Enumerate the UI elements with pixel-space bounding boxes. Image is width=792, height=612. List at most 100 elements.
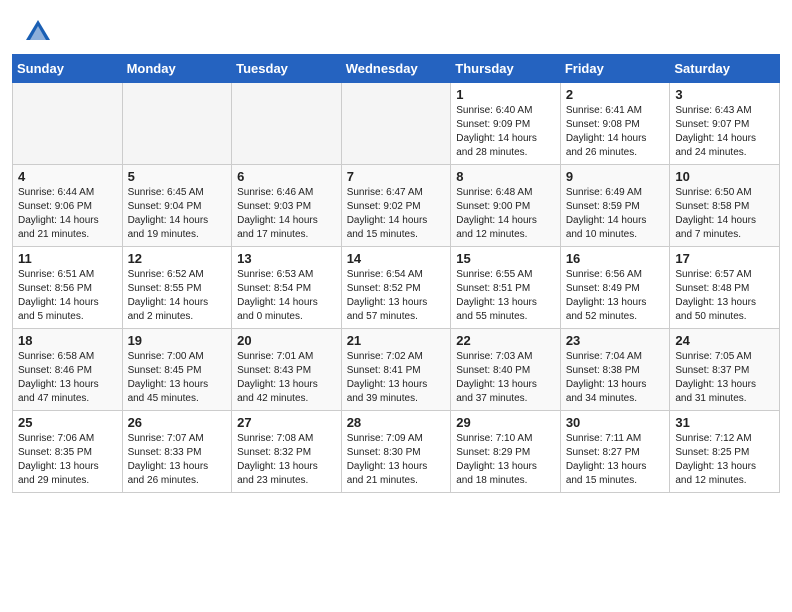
calendar-cell-10: 10 Sunrise: 6:50 AM Sunset: 8:58 PM Dayli… <box>670 165 780 247</box>
day-number: 26 <box>128 415 227 430</box>
day-number: 16 <box>566 251 665 266</box>
calendar-cell-31: 31Sunrise: 7:12 AM Sunset: 8:25 PM Dayli… <box>670 411 780 493</box>
day-info: Sunrise: 7:08 AM Sunset: 8:32 PM Dayligh… <box>237 432 336 488</box>
header <box>0 0 792 54</box>
day-number: 19 <box>128 333 227 348</box>
day-number: 13 <box>237 251 336 266</box>
calendar-wrapper: SundayMondayTuesdayWednesdayThursdayFrid… <box>0 54 792 505</box>
calendar-cell-5: 5 Sunrise: 6:45 AM Sunset: 9:04 PM Daylig… <box>122 165 232 247</box>
weekday-header-row: SundayMondayTuesdayWednesdayThursdayFrid… <box>13 55 780 83</box>
weekday-header-sunday: Sunday <box>13 55 123 83</box>
calendar-cell-17: 17 Sunrise: 6:57 AM Sunset: 8:48 PM Dayli… <box>670 247 780 329</box>
day-number: 24 <box>675 333 774 348</box>
day-number: 5 <box>128 169 227 184</box>
day-number: 6 <box>237 169 336 184</box>
day-number: 9 <box>566 169 665 184</box>
calendar-cell-16: 16 Sunrise: 6:56 AM Sunset: 8:49 PM Dayli… <box>560 247 670 329</box>
calendar-table: SundayMondayTuesdayWednesdayThursdayFrid… <box>12 54 780 493</box>
calendar-cell-8: 8 Sunrise: 6:48 AM Sunset: 9:00 PM Daylig… <box>451 165 561 247</box>
day-info: Sunrise: 7:02 AM Sunset: 8:41 PM Dayligh… <box>347 350 446 406</box>
calendar-week-4: 25 Sunrise: 7:06 AM Sunset: 8:35 PM Dayli… <box>13 411 780 493</box>
day-info: Sunrise: 6:54 AM Sunset: 8:52 PM Dayligh… <box>347 268 446 324</box>
day-number: 22 <box>456 333 555 348</box>
logo <box>24 18 56 46</box>
calendar-cell-6: 6Sunrise: 6:46 AM Sunset: 9:03 PM Daylig… <box>232 165 342 247</box>
day-info: Sunrise: 7:06 AM Sunset: 8:35 PM Dayligh… <box>18 432 117 488</box>
calendar-cell-28: 28Sunrise: 7:09 AM Sunset: 8:30 PM Dayli… <box>341 411 451 493</box>
day-info: Sunrise: 6:51 AM Sunset: 8:56 PM Dayligh… <box>18 268 117 324</box>
calendar-cell-20: 20 Sunrise: 7:01 AM Sunset: 8:43 PM Dayli… <box>232 329 342 411</box>
day-info: Sunrise: 6:55 AM Sunset: 8:51 PM Dayligh… <box>456 268 555 324</box>
calendar-cell-26: 26 Sunrise: 7:07 AM Sunset: 8:33 PM Dayli… <box>122 411 232 493</box>
day-info: Sunrise: 7:00 AM Sunset: 8:45 PM Dayligh… <box>128 350 227 406</box>
day-info: Sunrise: 7:05 AM Sunset: 8:37 PM Dayligh… <box>675 350 774 406</box>
day-info: Sunrise: 7:03 AM Sunset: 8:40 PM Dayligh… <box>456 350 555 406</box>
day-info: Sunrise: 7:04 AM Sunset: 8:38 PM Dayligh… <box>566 350 665 406</box>
weekday-header-thursday: Thursday <box>451 55 561 83</box>
calendar-cell-empty <box>232 83 342 165</box>
weekday-header-saturday: Saturday <box>670 55 780 83</box>
day-number: 20 <box>237 333 336 348</box>
calendar-cell-empty <box>341 83 451 165</box>
day-number: 14 <box>347 251 446 266</box>
calendar-cell-23: 23Sunrise: 7:04 AM Sunset: 8:38 PM Dayli… <box>560 329 670 411</box>
calendar-cell-9: 9 Sunrise: 6:49 AM Sunset: 8:59 PM Daylig… <box>560 165 670 247</box>
calendar-cell-1: 1 Sunrise: 6:40 AM Sunset: 9:09 PM Daylig… <box>451 83 561 165</box>
calendar-week-1: 4 Sunrise: 6:44 AM Sunset: 9:06 PM Daylig… <box>13 165 780 247</box>
day-info: Sunrise: 6:48 AM Sunset: 9:00 PM Dayligh… <box>456 186 555 242</box>
calendar-cell-empty <box>122 83 232 165</box>
day-number: 2 <box>566 87 665 102</box>
calendar-cell-29: 29 Sunrise: 7:10 AM Sunset: 8:29 PM Dayli… <box>451 411 561 493</box>
day-info: Sunrise: 6:49 AM Sunset: 8:59 PM Dayligh… <box>566 186 665 242</box>
calendar-week-3: 18Sunrise: 6:58 AM Sunset: 8:46 PM Dayli… <box>13 329 780 411</box>
weekday-header-friday: Friday <box>560 55 670 83</box>
day-number: 8 <box>456 169 555 184</box>
day-number: 10 <box>675 169 774 184</box>
calendar-cell-empty <box>13 83 123 165</box>
calendar-cell-11: 11Sunrise: 6:51 AM Sunset: 8:56 PM Dayli… <box>13 247 123 329</box>
day-info: Sunrise: 6:44 AM Sunset: 9:06 PM Dayligh… <box>18 186 117 242</box>
day-info: Sunrise: 6:53 AM Sunset: 8:54 PM Dayligh… <box>237 268 336 324</box>
calendar-cell-21: 21 Sunrise: 7:02 AM Sunset: 8:41 PM Dayli… <box>341 329 451 411</box>
day-number: 7 <box>347 169 446 184</box>
day-number: 1 <box>456 87 555 102</box>
day-info: Sunrise: 7:10 AM Sunset: 8:29 PM Dayligh… <box>456 432 555 488</box>
calendar-cell-27: 27 Sunrise: 7:08 AM Sunset: 8:32 PM Dayli… <box>232 411 342 493</box>
calendar-cell-2: 2 Sunrise: 6:41 AM Sunset: 9:08 PM Daylig… <box>560 83 670 165</box>
logo-icon <box>24 18 52 46</box>
day-info: Sunrise: 7:01 AM Sunset: 8:43 PM Dayligh… <box>237 350 336 406</box>
calendar-cell-13: 13 Sunrise: 6:53 AM Sunset: 8:54 PM Dayli… <box>232 247 342 329</box>
day-number: 12 <box>128 251 227 266</box>
calendar-cell-7: 7 Sunrise: 6:47 AM Sunset: 9:02 PM Daylig… <box>341 165 451 247</box>
day-info: Sunrise: 6:47 AM Sunset: 9:02 PM Dayligh… <box>347 186 446 242</box>
day-number: 25 <box>18 415 117 430</box>
weekday-header-monday: Monday <box>122 55 232 83</box>
day-number: 27 <box>237 415 336 430</box>
day-info: Sunrise: 6:45 AM Sunset: 9:04 PM Dayligh… <box>128 186 227 242</box>
calendar-week-0: 1 Sunrise: 6:40 AM Sunset: 9:09 PM Daylig… <box>13 83 780 165</box>
day-info: Sunrise: 7:11 AM Sunset: 8:27 PM Dayligh… <box>566 432 665 488</box>
day-info: Sunrise: 6:41 AM Sunset: 9:08 PM Dayligh… <box>566 104 665 160</box>
day-info: Sunrise: 6:56 AM Sunset: 8:49 PM Dayligh… <box>566 268 665 324</box>
day-number: 17 <box>675 251 774 266</box>
day-info: Sunrise: 6:40 AM Sunset: 9:09 PM Dayligh… <box>456 104 555 160</box>
day-info: Sunrise: 7:07 AM Sunset: 8:33 PM Dayligh… <box>128 432 227 488</box>
calendar-cell-30: 30Sunrise: 7:11 AM Sunset: 8:27 PM Dayli… <box>560 411 670 493</box>
day-info: Sunrise: 6:43 AM Sunset: 9:07 PM Dayligh… <box>675 104 774 160</box>
calendar-cell-3: 3Sunrise: 6:43 AM Sunset: 9:07 PM Daylig… <box>670 83 780 165</box>
calendar-cell-4: 4 Sunrise: 6:44 AM Sunset: 9:06 PM Daylig… <box>13 165 123 247</box>
calendar-week-2: 11Sunrise: 6:51 AM Sunset: 8:56 PM Dayli… <box>13 247 780 329</box>
day-info: Sunrise: 6:50 AM Sunset: 8:58 PM Dayligh… <box>675 186 774 242</box>
day-number: 4 <box>18 169 117 184</box>
day-info: Sunrise: 6:52 AM Sunset: 8:55 PM Dayligh… <box>128 268 227 324</box>
calendar-cell-15: 15 Sunrise: 6:55 AM Sunset: 8:51 PM Dayli… <box>451 247 561 329</box>
weekday-header-wednesday: Wednesday <box>341 55 451 83</box>
calendar-cell-25: 25 Sunrise: 7:06 AM Sunset: 8:35 PM Dayli… <box>13 411 123 493</box>
day-number: 29 <box>456 415 555 430</box>
calendar-cell-14: 14 Sunrise: 6:54 AM Sunset: 8:52 PM Dayli… <box>341 247 451 329</box>
day-number: 18 <box>18 333 117 348</box>
day-info: Sunrise: 6:57 AM Sunset: 8:48 PM Dayligh… <box>675 268 774 324</box>
calendar-cell-24: 24 Sunrise: 7:05 AM Sunset: 8:37 PM Dayli… <box>670 329 780 411</box>
day-number: 15 <box>456 251 555 266</box>
day-number: 21 <box>347 333 446 348</box>
